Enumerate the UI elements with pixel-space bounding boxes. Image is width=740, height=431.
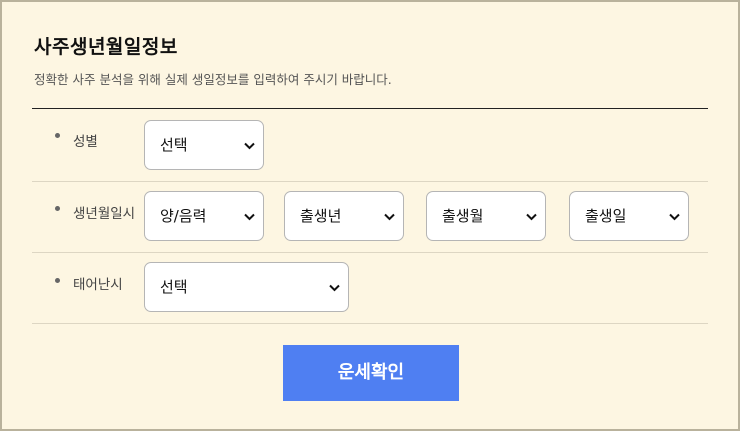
calendar-type-select[interactable]: 양/음력 xyxy=(144,191,264,241)
birth-time-label: 태어난시 xyxy=(73,277,123,293)
birth-month-value: 출생월 xyxy=(442,207,484,225)
chevron-down-icon xyxy=(329,284,340,292)
page-title: 사주생년월일정보 xyxy=(34,36,178,58)
row-divider xyxy=(32,181,708,182)
birth-time-select[interactable]: 선택 xyxy=(144,262,349,312)
row-divider xyxy=(32,323,708,324)
row-divider xyxy=(32,252,708,253)
check-fortune-button[interactable]: 운세확인 xyxy=(283,345,459,401)
saju-form-panel: 사주생년월일정보 정확한 사주 분석을 위해 실제 생일정보를 입력하여 주시기… xyxy=(0,0,740,431)
birth-day-value: 출생일 xyxy=(585,207,627,225)
header-divider xyxy=(32,108,708,109)
birth-time-value: 선택 xyxy=(160,278,188,296)
chevron-down-icon xyxy=(244,142,255,150)
birth-date-label: 생년월일시 xyxy=(73,206,136,222)
birth-year-value: 출생년 xyxy=(300,207,342,225)
chevron-down-icon xyxy=(244,213,255,221)
birth-year-select[interactable]: 출생년 xyxy=(284,191,404,241)
page-subtitle: 정확한 사주 분석을 위해 실제 생일정보를 입력하여 주시기 바랍니다. xyxy=(34,72,392,87)
chevron-down-icon xyxy=(384,213,395,221)
gender-select-value: 선택 xyxy=(160,136,188,154)
gender-label: 성별 xyxy=(73,134,98,150)
bullet-dot-icon xyxy=(55,133,60,138)
chevron-down-icon xyxy=(669,213,680,221)
gender-select[interactable]: 선택 xyxy=(144,120,264,170)
bullet-dot-icon xyxy=(55,206,60,211)
bullet-dot-icon xyxy=(55,278,60,283)
chevron-down-icon xyxy=(526,213,537,221)
calendar-type-value: 양/음력 xyxy=(160,207,207,225)
birth-day-select[interactable]: 출생일 xyxy=(569,191,689,241)
birth-month-select[interactable]: 출생월 xyxy=(426,191,546,241)
